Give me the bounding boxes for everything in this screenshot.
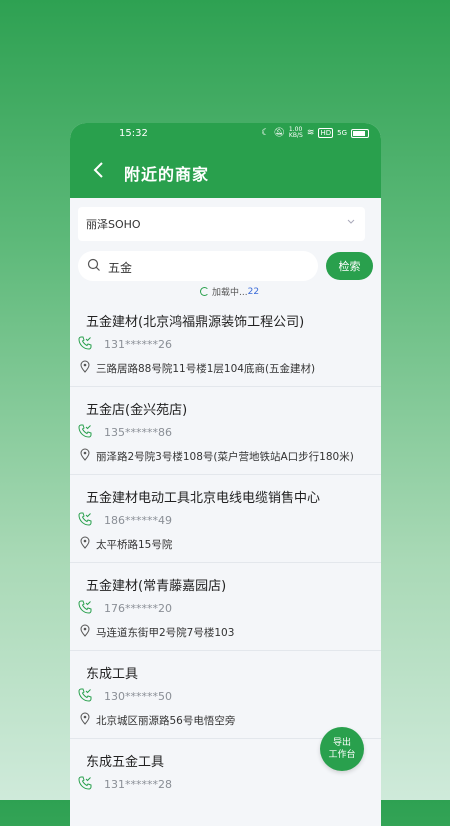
export-workspace-button[interactable]: 导出 工作台 bbox=[320, 727, 364, 771]
merchant-phone: 131******28 bbox=[104, 778, 172, 791]
merchant-phone: 131******26 bbox=[104, 338, 172, 351]
fab-label-line1: 导出 bbox=[332, 738, 351, 748]
result-count: 22 bbox=[247, 286, 260, 297]
merchant-address: 太平桥路15号院 bbox=[96, 539, 173, 551]
merchant-name: 五金建材(常青藤嘉园店) bbox=[86, 579, 227, 594]
phone-icon[interactable] bbox=[78, 600, 92, 614]
search-button[interactable]: 检索 bbox=[326, 252, 373, 280]
merchant-name: 五金建材电动工具北京电线电缆销售中心 bbox=[86, 491, 321, 506]
merchant-address: 三路居路88号院11号楼1层104底商(五金建材) bbox=[96, 363, 316, 375]
loading-indicator: 加载中... 22 bbox=[200, 285, 259, 298]
loading-spinner-icon bbox=[200, 287, 209, 296]
location-pin-icon bbox=[80, 448, 90, 461]
list-item[interactable]: 五金建材(常青藤嘉园店) 176******20 马连道东街甲2号院7号楼103 bbox=[70, 563, 381, 651]
merchant-name: 五金店(金兴苑店) bbox=[86, 403, 188, 418]
list-item[interactable]: 五金建材电动工具北京电线电缆销售中心 186******49 太平桥路15号院 bbox=[70, 475, 381, 563]
phone-icon[interactable] bbox=[78, 776, 92, 790]
search-query: 五金 bbox=[108, 261, 133, 275]
location-select[interactable]: 丽泽SOHO bbox=[78, 207, 365, 241]
chevron-down-icon bbox=[347, 219, 355, 224]
loading-text: 加载中... bbox=[212, 288, 248, 298]
merchant-name: 东成五金工具 bbox=[86, 755, 165, 770]
location-pin-icon bbox=[80, 360, 90, 373]
search-input[interactable]: 五金 bbox=[78, 251, 318, 281]
list-item[interactable]: 东成工具 130******50 北京城区丽源路56号电悟空旁 bbox=[70, 651, 381, 739]
merchant-phone: 135******86 bbox=[104, 426, 172, 439]
search-icon bbox=[87, 258, 100, 271]
merchant-phone: 186******49 bbox=[104, 514, 172, 527]
location-pin-icon bbox=[80, 536, 90, 549]
merchant-phone: 176******20 bbox=[104, 602, 172, 615]
phone-icon[interactable] bbox=[78, 688, 92, 702]
merchant-name: 东成工具 bbox=[86, 667, 139, 682]
location-value: 丽泽SOHO bbox=[86, 218, 141, 231]
merchant-address: 北京城区丽源路56号电悟空旁 bbox=[96, 715, 236, 727]
merchant-address: 丽泽路2号院3号楼108号(菜户营地铁站A口步行180米) bbox=[96, 451, 354, 463]
phone-icon[interactable] bbox=[78, 336, 92, 350]
merchant-phone: 130******50 bbox=[104, 690, 172, 703]
content-area: 丽泽SOHO 五金 检索 加载中... 22 五金建材(北京鸿福鼎源装饰工程公司)… bbox=[70, 123, 381, 826]
phone-icon[interactable] bbox=[78, 512, 92, 526]
merchant-name: 五金建材(北京鸿福鼎源装饰工程公司) bbox=[86, 315, 305, 330]
merchant-address: 马连道东街甲2号院7号楼103 bbox=[96, 627, 235, 639]
location-pin-icon bbox=[80, 624, 90, 637]
location-pin-icon bbox=[80, 712, 90, 725]
list-item[interactable]: 五金店(金兴苑店) 135******86 丽泽路2号院3号楼108号(菜户营地… bbox=[70, 387, 381, 475]
fab-label-line2: 工作台 bbox=[328, 750, 356, 760]
phone-icon[interactable] bbox=[78, 424, 92, 438]
list-item[interactable]: 五金建材(北京鸿福鼎源装饰工程公司) 131******26 三路居路88号院1… bbox=[70, 299, 381, 387]
